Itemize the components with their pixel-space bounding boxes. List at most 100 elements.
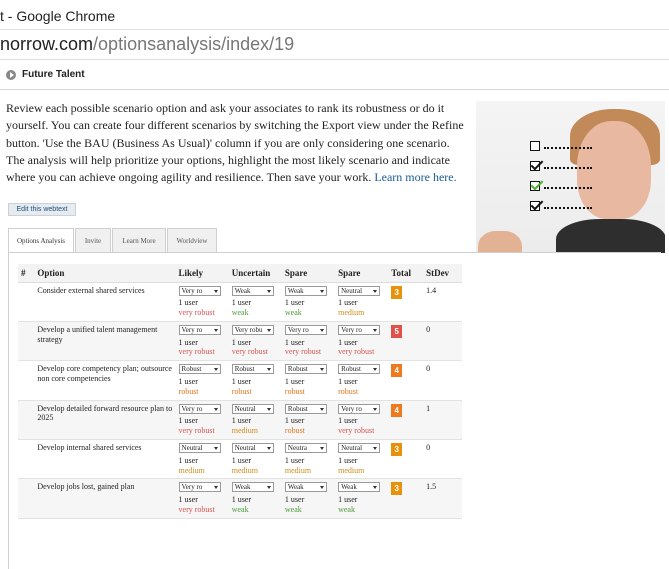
col-header-total: Total: [388, 264, 424, 283]
url-text[interactable]: norrow.com/optionsanalysis/index/19: [0, 34, 294, 55]
rank-select-spare-2[interactable]: Very ro: [338, 403, 381, 414]
rank-select-value: Neutral: [234, 444, 256, 453]
rank-select-spare-2[interactable]: Robust: [338, 364, 381, 375]
row-number-cell: [18, 478, 35, 519]
rank-select-value: Neutral: [181, 444, 203, 453]
stdev-value: 1: [426, 403, 431, 413]
rank-select-uncertain[interactable]: Neutral: [231, 403, 274, 414]
stdev-value: 0: [426, 324, 431, 334]
user-count: 1 user: [178, 455, 198, 465]
caret-down-icon: [373, 447, 378, 451]
rank-select-value: Weak: [234, 483, 251, 492]
caret-down-icon: [373, 486, 378, 490]
rank-select-likely[interactable]: Very ro: [178, 324, 221, 335]
rank-select-value: Robust: [234, 365, 255, 374]
options-table: # Option Likely Uncertain Spare Spare To…: [18, 264, 462, 519]
rank-select-spare-1[interactable]: Weak: [284, 482, 327, 493]
robustness-level: weak: [284, 308, 302, 318]
option-label: Develop internal shared services: [37, 443, 142, 453]
rank-select-spare-2[interactable]: Neutral: [338, 285, 381, 296]
rank-select-likely[interactable]: Very ro: [178, 482, 221, 493]
rank-cell-spare-2: Weak 1 user weak: [335, 478, 389, 519]
rank-cell-spare-1: Robust 1 user robust: [281, 360, 336, 401]
rank-select-spare-1[interactable]: Robust: [284, 364, 327, 375]
caret-down-icon: [266, 289, 271, 293]
rank-cell-likely: Robust 1 user robust: [175, 360, 229, 401]
rank-select-likely[interactable]: Very ro: [178, 403, 221, 414]
rank-select-value: Very ro: [181, 325, 203, 334]
stdev-value: 1.4: [426, 285, 437, 295]
caret-down-icon: [319, 328, 324, 332]
edit-webtext-button[interactable]: Edit this webtext: [8, 203, 76, 216]
tab-learn-more[interactable]: Learn More: [112, 228, 166, 252]
robustness-level: weak: [231, 505, 249, 515]
rank-cell-spare-1: Robust 1 user robust: [281, 400, 336, 441]
rank-select-spare-1[interactable]: Robust: [284, 403, 327, 414]
row-number-cell: [18, 282, 35, 322]
user-count: 1 user: [178, 298, 198, 308]
rank-cell-spare-2: Neutral 1 user medium: [335, 282, 389, 322]
total-badge: 4: [391, 364, 403, 378]
rank-select-spare-1[interactable]: Very ro: [284, 324, 327, 335]
user-count: 1 user: [231, 495, 252, 505]
robustness-level: very robust: [284, 347, 322, 357]
table-row: Consider external shared services Very ro…: [18, 282, 462, 322]
user-count: 1 user: [338, 377, 358, 387]
rank-select-uncertain[interactable]: Weak: [231, 482, 274, 493]
robustness-level: very robust: [178, 505, 215, 515]
rank-select-value: Neutra: [287, 444, 307, 453]
rank-cell-likely: Very ro 1 user very robust: [175, 478, 229, 519]
robustness-level: robust: [231, 386, 252, 396]
rank-cell-uncertain: Neutral 1 user medium: [228, 439, 282, 480]
total-cell: 3: [388, 282, 424, 322]
rank-select-value: Weak: [234, 286, 251, 295]
col-header-spare-1: Spare: [281, 264, 336, 283]
total-badge: 3: [391, 285, 403, 299]
stdev-cell: 1.5: [423, 478, 462, 519]
rank-select-spare-2[interactable]: Very ro: [338, 324, 381, 335]
tab-invite[interactable]: Invite: [75, 228, 111, 252]
rank-select-likely[interactable]: Robust: [178, 364, 221, 375]
col-header-number: #: [18, 264, 35, 283]
stdev-cell: 0: [423, 439, 462, 480]
tab-worldview[interactable]: Worldview: [167, 228, 217, 252]
rank-cell-uncertain: Weak 1 user weak: [228, 282, 282, 322]
url-host: norrow.com: [0, 34, 94, 54]
robustness-level: very robust: [338, 347, 375, 357]
rank-select-uncertain[interactable]: Neutral: [231, 443, 274, 454]
robustness-level: very robust: [178, 426, 215, 436]
rank-cell-spare-1: Neutra 1 user medium: [281, 439, 336, 480]
user-count: 1 user: [231, 298, 252, 308]
expand-arrow-icon[interactable]: [6, 70, 16, 80]
total-cell: 3: [388, 478, 424, 519]
rank-select-value: Very robu: [234, 325, 263, 334]
address-bar[interactable]: norrow.com/optionsanalysis/index/19: [0, 30, 669, 60]
option-cell: Develop internal shared services: [34, 439, 176, 480]
tab-options-analysis[interactable]: Options Analysis: [8, 228, 74, 253]
rank-select-uncertain[interactable]: Weak: [231, 285, 274, 296]
robustness-level: medium: [231, 426, 258, 436]
table-row: Develop internal shared services Neutral 1…: [18, 439, 462, 480]
rank-select-value: Weak: [341, 483, 357, 492]
caret-down-icon: [213, 289, 218, 293]
learn-more-link[interactable]: Learn more here.: [374, 170, 456, 184]
col-header-stdev: StDev: [423, 264, 462, 283]
rank-select-likely[interactable]: Very ro: [178, 285, 221, 296]
rank-select-spare-2[interactable]: Weak: [338, 482, 381, 493]
rank-select-likely[interactable]: Neutral: [178, 443, 221, 454]
rank-cell-spare-1: Weak 1 user weak: [281, 282, 336, 322]
rank-select-uncertain[interactable]: Very robu: [231, 324, 274, 335]
rank-select-spare-1[interactable]: Neutra: [284, 443, 327, 454]
option-cell: Develop detailed forward resource plan t…: [34, 400, 176, 441]
caret-down-icon: [373, 407, 378, 411]
user-count: 1 user: [284, 416, 305, 426]
section-header[interactable]: Future Talent: [0, 62, 669, 90]
rank-select-spare-1[interactable]: Weak: [284, 285, 327, 296]
rank-select-uncertain[interactable]: Robust: [231, 364, 274, 375]
rank-select-value: Neutral: [234, 404, 256, 413]
robustness-level: weak: [338, 505, 355, 515]
caret-down-icon: [266, 368, 271, 372]
caret-down-icon: [319, 486, 324, 490]
rank-select-spare-2[interactable]: Neutral: [338, 443, 381, 454]
rank-cell-spare-2: Very ro 1 user very robust: [335, 400, 389, 441]
